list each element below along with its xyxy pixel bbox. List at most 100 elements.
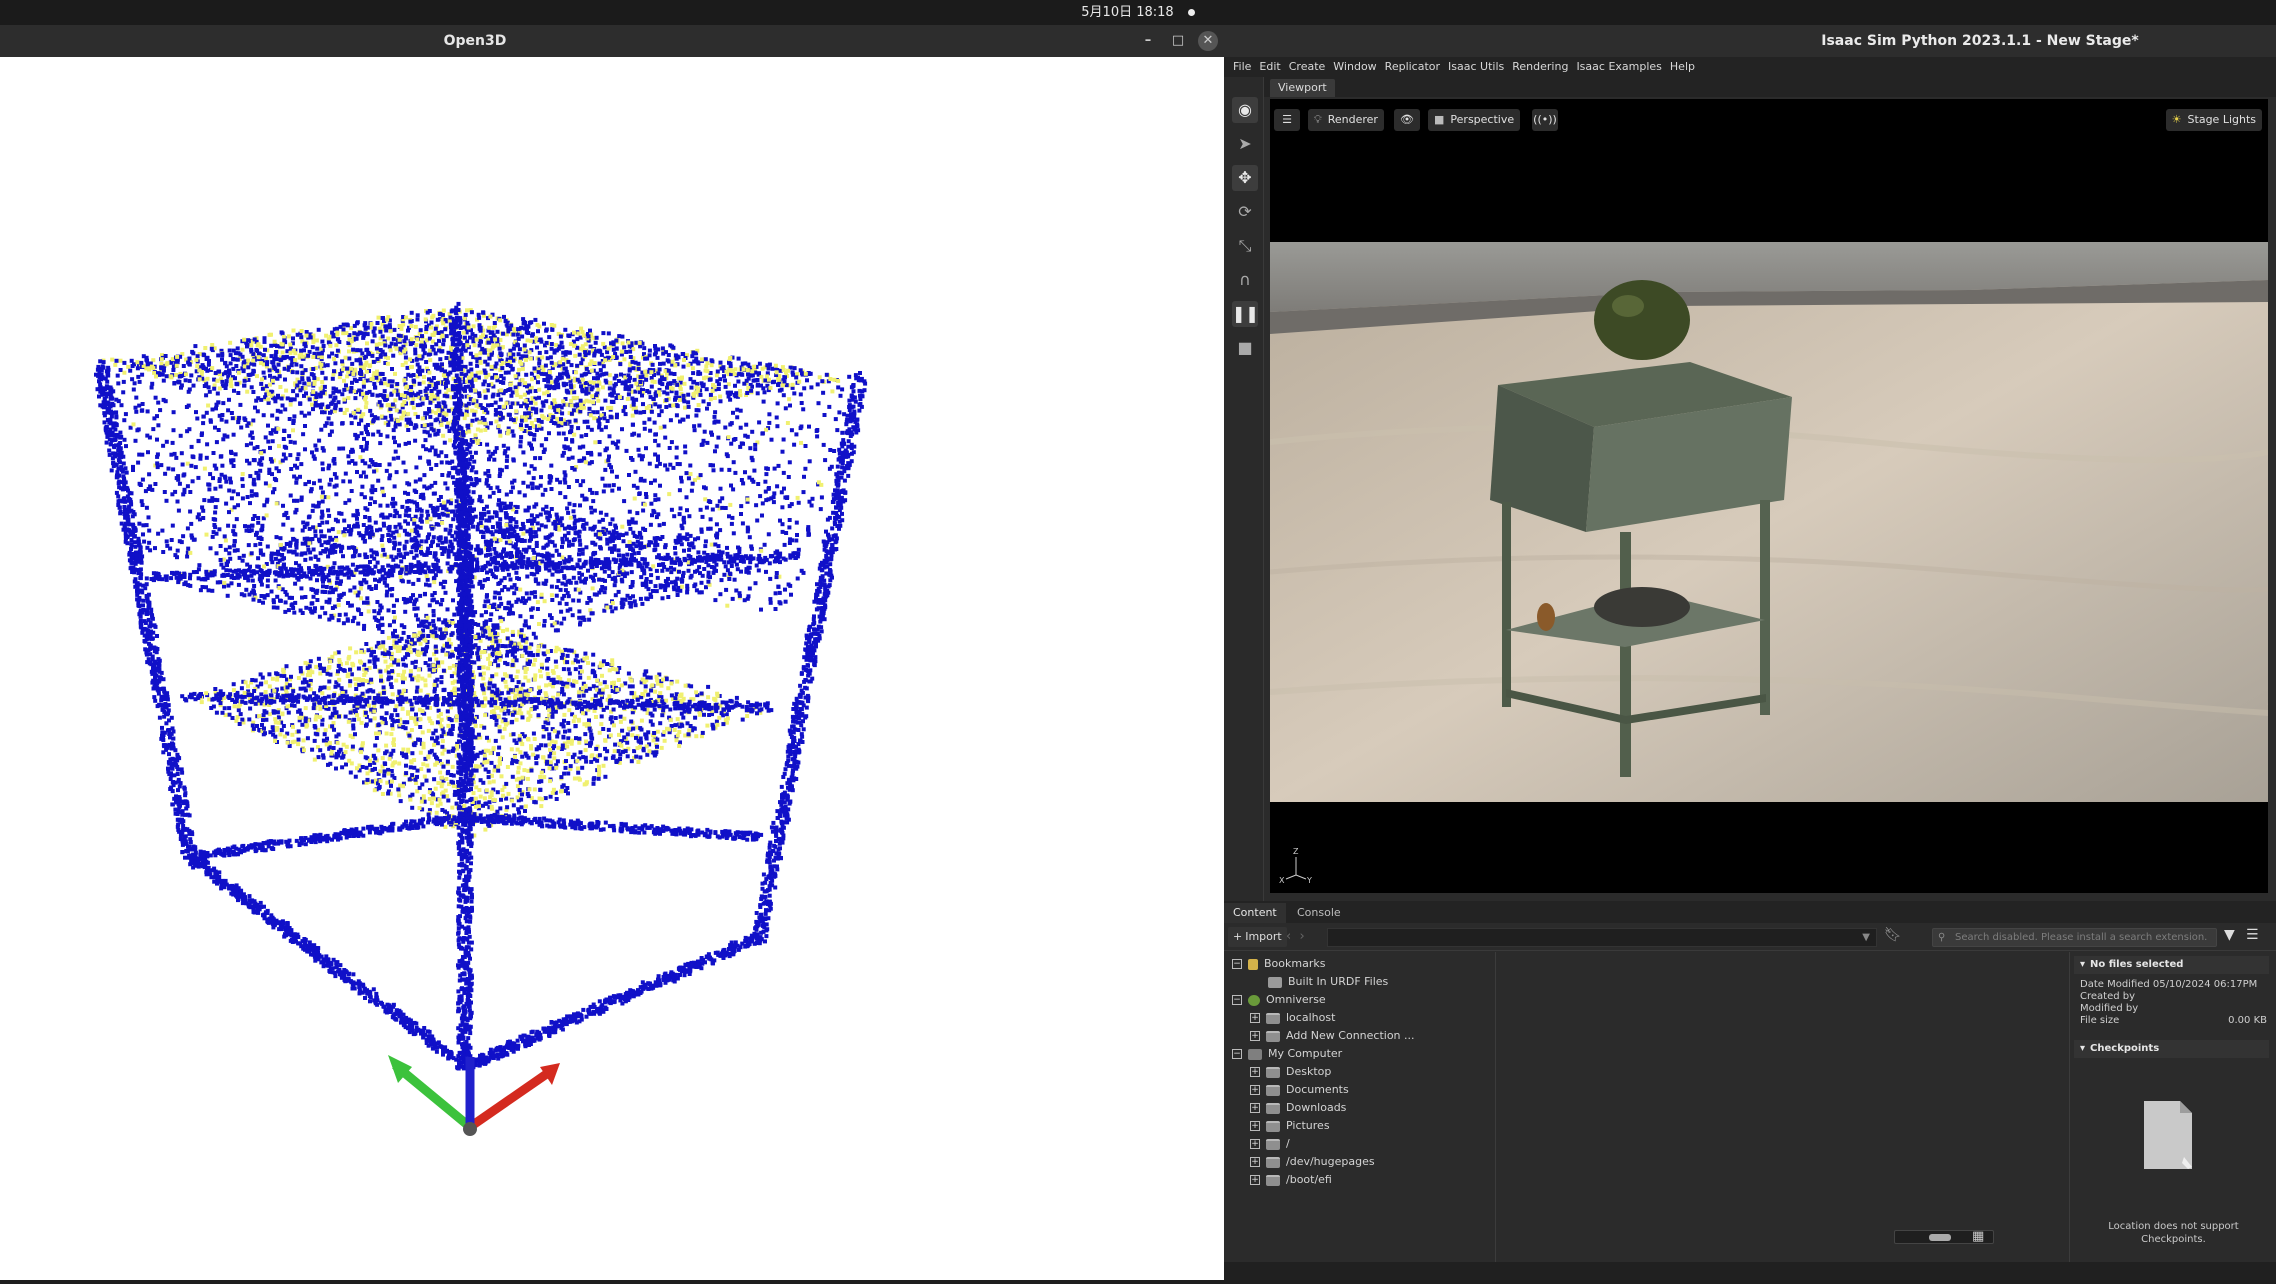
viewport[interactable]: ☰ 💡︎Renderer 👁︎ ■Perspective ((•)) ☀Stag… [1270,99,2268,893]
perspective-button[interactable]: ■Perspective [1428,109,1520,131]
tree-label: Documents [1286,1083,1349,1096]
avocado [1594,280,1690,360]
settings-icon[interactable]: ☰ [1274,109,1300,131]
menu-bar: FileEditCreateWindowReplicatorIsaac Util… [1224,57,2276,77]
axis-z-label: Z [1293,847,1299,856]
tree-boot-efi[interactable]: +/boot/efi [1250,1171,1332,1188]
rendered-scene[interactable] [1270,242,2268,802]
collapse-icon[interactable]: − [1232,959,1242,969]
import-button[interactable]: +Import [1228,927,1287,947]
tree-label: Desktop [1286,1065,1331,1078]
slider-thumb[interactable] [1929,1234,1951,1241]
forward-icon[interactable]: › [1299,929,1304,944]
back-icon[interactable]: ‹ [1286,929,1291,944]
rotate-icon[interactable]: ⟳ [1232,199,1258,225]
server-icon [1266,1013,1280,1024]
tree-root[interactable]: +/ [1250,1135,1290,1152]
tree-my-computer[interactable]: −My Computer [1232,1045,1342,1062]
axis-origin [463,1122,477,1136]
path-field[interactable]: ▼ [1327,928,1877,947]
search-icon: ⚲ [1938,929,1945,946]
table-leg [1760,500,1770,715]
tree-localhost[interactable]: +localhost [1250,1009,1335,1026]
menu-replicator[interactable]: Replicator [1381,57,1444,73]
expand-icon[interactable]: + [1250,1157,1260,1167]
collapse-icon[interactable]: − [1232,1049,1242,1059]
tab-console[interactable]: Console [1288,903,1350,923]
x-axis-arrow [470,1073,548,1127]
left-toolbar: ◉ ➤ ✥ ⟳ ⤡ ∩ ❚❚ ■ [1224,77,1264,923]
stage-lights-button[interactable]: ☀Stage Lights [2166,109,2262,131]
isaac-sim-window: Isaac Sim Python 2023.1.1 - New Stage* F… [1224,25,2276,1280]
nav-arrows[interactable]: ‹ › [1286,927,1305,947]
bookmark-icon[interactable]: 🔖︎ [1884,927,1902,943]
close-button[interactable]: ✕ [1198,31,1218,51]
details-header-label: No files selected [2090,959,2183,970]
details-header[interactable]: ▾No files selected [2074,956,2269,974]
arrow-icon[interactable]: ➤ [1232,131,1258,157]
tree-downloads[interactable]: +Downloads [1250,1099,1346,1116]
search-placeholder: Search disabled. Please install a search… [1955,932,2207,943]
maximize-button[interactable]: □ [1168,31,1188,51]
point-cloud-canvas[interactable] [0,57,1224,1280]
eye-icon[interactable]: 👁︎ [1394,109,1420,131]
tree-bookmarks[interactable]: −Bookmarks [1232,955,1325,972]
expand-icon[interactable]: + [1250,1013,1260,1023]
tree-add-connection[interactable]: + Add New Connection ... [1250,1027,1415,1044]
dropdown-icon[interactable]: ▼ [1862,929,1870,947]
expand-icon[interactable]: + [1250,1067,1260,1077]
status-dot [1188,9,1195,16]
menu-window[interactable]: Window [1329,57,1380,73]
perspective-label: Perspective [1450,113,1514,126]
menu-rendering[interactable]: Rendering [1508,57,1572,73]
collapse-icon[interactable]: − [1232,995,1242,1005]
drive-icon [1266,1067,1280,1078]
expand-icon[interactable]: + [1250,1031,1260,1041]
stop-icon[interactable]: ■ [1232,335,1258,361]
pause-icon[interactable]: ❚❚ [1232,301,1258,327]
open3d-title-bar[interactable]: Open3D – □ ✕ [0,25,1224,57]
grid-view-icon[interactable]: ▦ [1972,1229,1984,1244]
menu-help[interactable]: Help [1666,57,1699,73]
expand-icon[interactable]: + [1250,1121,1260,1131]
select-icon[interactable]: ◉ [1232,97,1258,123]
tree-omniverse[interactable]: −Omniverse [1232,991,1326,1008]
menu-isaac-examples[interactable]: Isaac Examples [1572,57,1665,73]
tree-label: Pictures [1286,1119,1330,1132]
tree-hugepages[interactable]: +/dev/hugepages [1250,1153,1375,1170]
point-cloud-view[interactable] [0,57,1224,1280]
expand-icon[interactable]: + [1250,1139,1260,1149]
clock[interactable]: 5月10日 18:18 [1081,5,1173,20]
menu-edit[interactable]: Edit [1255,57,1284,73]
drive-icon [1266,1157,1280,1168]
broadcast-icon[interactable]: ((•)) [1532,109,1558,131]
y-axis-arrow [395,1065,470,1127]
bookmark-folder-icon [1248,959,1258,970]
search-input[interactable]: ⚲ Search disabled. Please install a searc… [1932,928,2217,947]
tree-desktop[interactable]: + Desktop [1250,1063,1331,1080]
menu-file[interactable]: File [1224,57,1255,73]
tree-label: Add New Connection ... [1286,1029,1415,1042]
expand-icon[interactable]: + [1250,1175,1260,1185]
drive-icon [1266,1103,1280,1114]
checkpoints-header[interactable]: ▾Checkpoints [2074,1040,2269,1058]
hamburger-menu-icon[interactable]: ☰ [2246,927,2259,943]
expand-icon[interactable]: + [1250,1103,1260,1113]
tree-documents[interactable]: + Documents [1250,1081,1349,1098]
snap-icon[interactable]: ∩ [1232,267,1258,293]
menu-isaac-utils[interactable]: Isaac Utils [1444,57,1508,73]
tree-built-in-urdf[interactable]: Built In URDF Files [1268,973,1388,990]
renderer-button[interactable]: 💡︎Renderer [1308,109,1384,131]
tree-pictures[interactable]: + Pictures [1250,1117,1330,1134]
move-icon[interactable]: ✥ [1232,165,1258,191]
minimize-button[interactable]: – [1138,31,1158,51]
expand-icon[interactable]: + [1250,1085,1260,1095]
table-leg [1620,532,1631,777]
file-list-area[interactable] [1497,952,2077,1262]
scale-icon[interactable]: ⤡ [1232,233,1258,259]
tab-content[interactable]: Content [1224,903,1286,923]
tab-viewport[interactable]: Viewport [1270,79,1335,97]
filter-icon[interactable]: ▼ [2224,927,2235,943]
drive-icon [1266,1121,1280,1132]
menu-create[interactable]: Create [1285,57,1330,73]
